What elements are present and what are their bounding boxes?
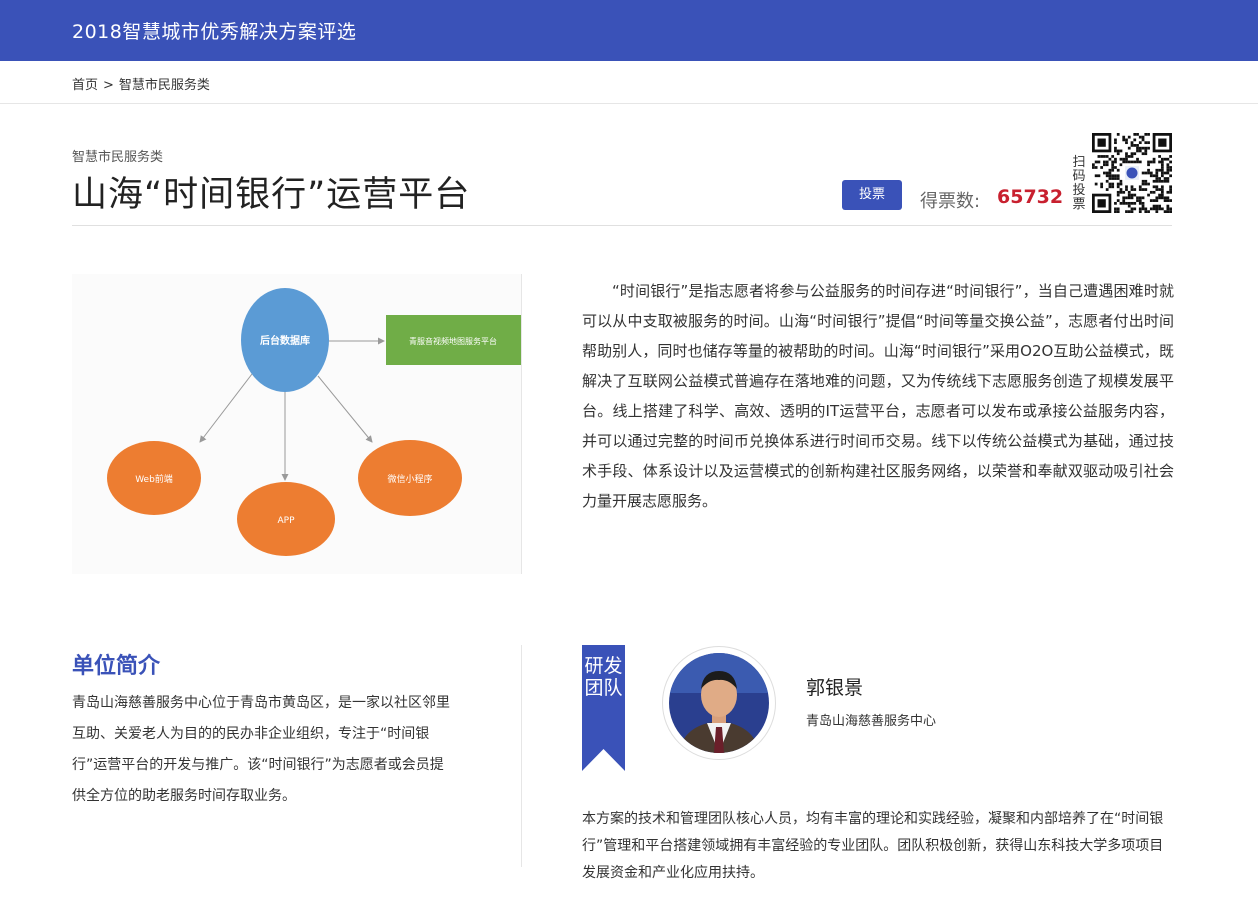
team-description: 本方案的技术和管理团队核心人员，均有丰富的理论和实践经验，凝聚和内部培养了在“时…	[582, 811, 1164, 881]
breadcrumb-divider	[0, 103, 1258, 104]
breadcrumb-home-link[interactable]: 首页	[72, 78, 98, 93]
unit-intro-text: 青岛山海慈善服务中心位于青岛市黄岛区，是一家以社区邻里互助、关爱老人为目的的民办…	[72, 695, 450, 804]
column-divider-bottom	[521, 645, 522, 867]
votes-count: 65732	[997, 186, 1064, 208]
vote-qr-code	[1092, 133, 1172, 213]
title-divider	[72, 225, 1172, 226]
node-backend-database-label: 后台数据库	[260, 334, 310, 347]
column-divider-top	[521, 274, 522, 574]
node-app-label: APP	[277, 516, 295, 526]
team-ribbon-label: 研发团队	[584, 655, 623, 699]
breadcrumb: 首页 > 智慧市民服务类	[72, 74, 210, 93]
member-organization: 青岛山海慈善服务中心	[806, 714, 937, 729]
node-right-platform-label: 青服音视频地图服务平台	[409, 336, 497, 346]
node-web-frontend-label: Web前端	[135, 473, 173, 485]
project-title: 山海“时间银行”运营平台	[72, 175, 471, 215]
votes-label: 得票数:	[920, 191, 981, 212]
breadcrumb-separator: >	[103, 78, 114, 93]
member-name: 郭银景	[806, 677, 864, 699]
unit-intro-heading: 单位简介	[72, 654, 161, 679]
avatar	[669, 653, 769, 753]
top-header-bar: 2018智慧城市优秀解决方案评选	[0, 0, 1258, 61]
project-description: “时间银行”是指志愿者将参与公益服务的时间存进“时间银行”，当自己遭遇困难时就可…	[582, 282, 1174, 510]
architecture-diagram: 后台数据库 青服音视频地图服务平台 Web前端 APP 微信小程序	[72, 274, 521, 574]
node-wechat-miniprogram-label: 微信小程序	[387, 473, 432, 485]
site-title[interactable]: 2018智慧城市优秀解决方案评选	[72, 17, 356, 44]
project-category: 智慧市民服务类	[72, 150, 164, 165]
scan-to-vote-label: 扫码投票	[1072, 155, 1086, 212]
vote-button[interactable]: 投票	[842, 180, 902, 210]
breadcrumb-current-link[interactable]: 智慧市民服务类	[119, 78, 210, 93]
